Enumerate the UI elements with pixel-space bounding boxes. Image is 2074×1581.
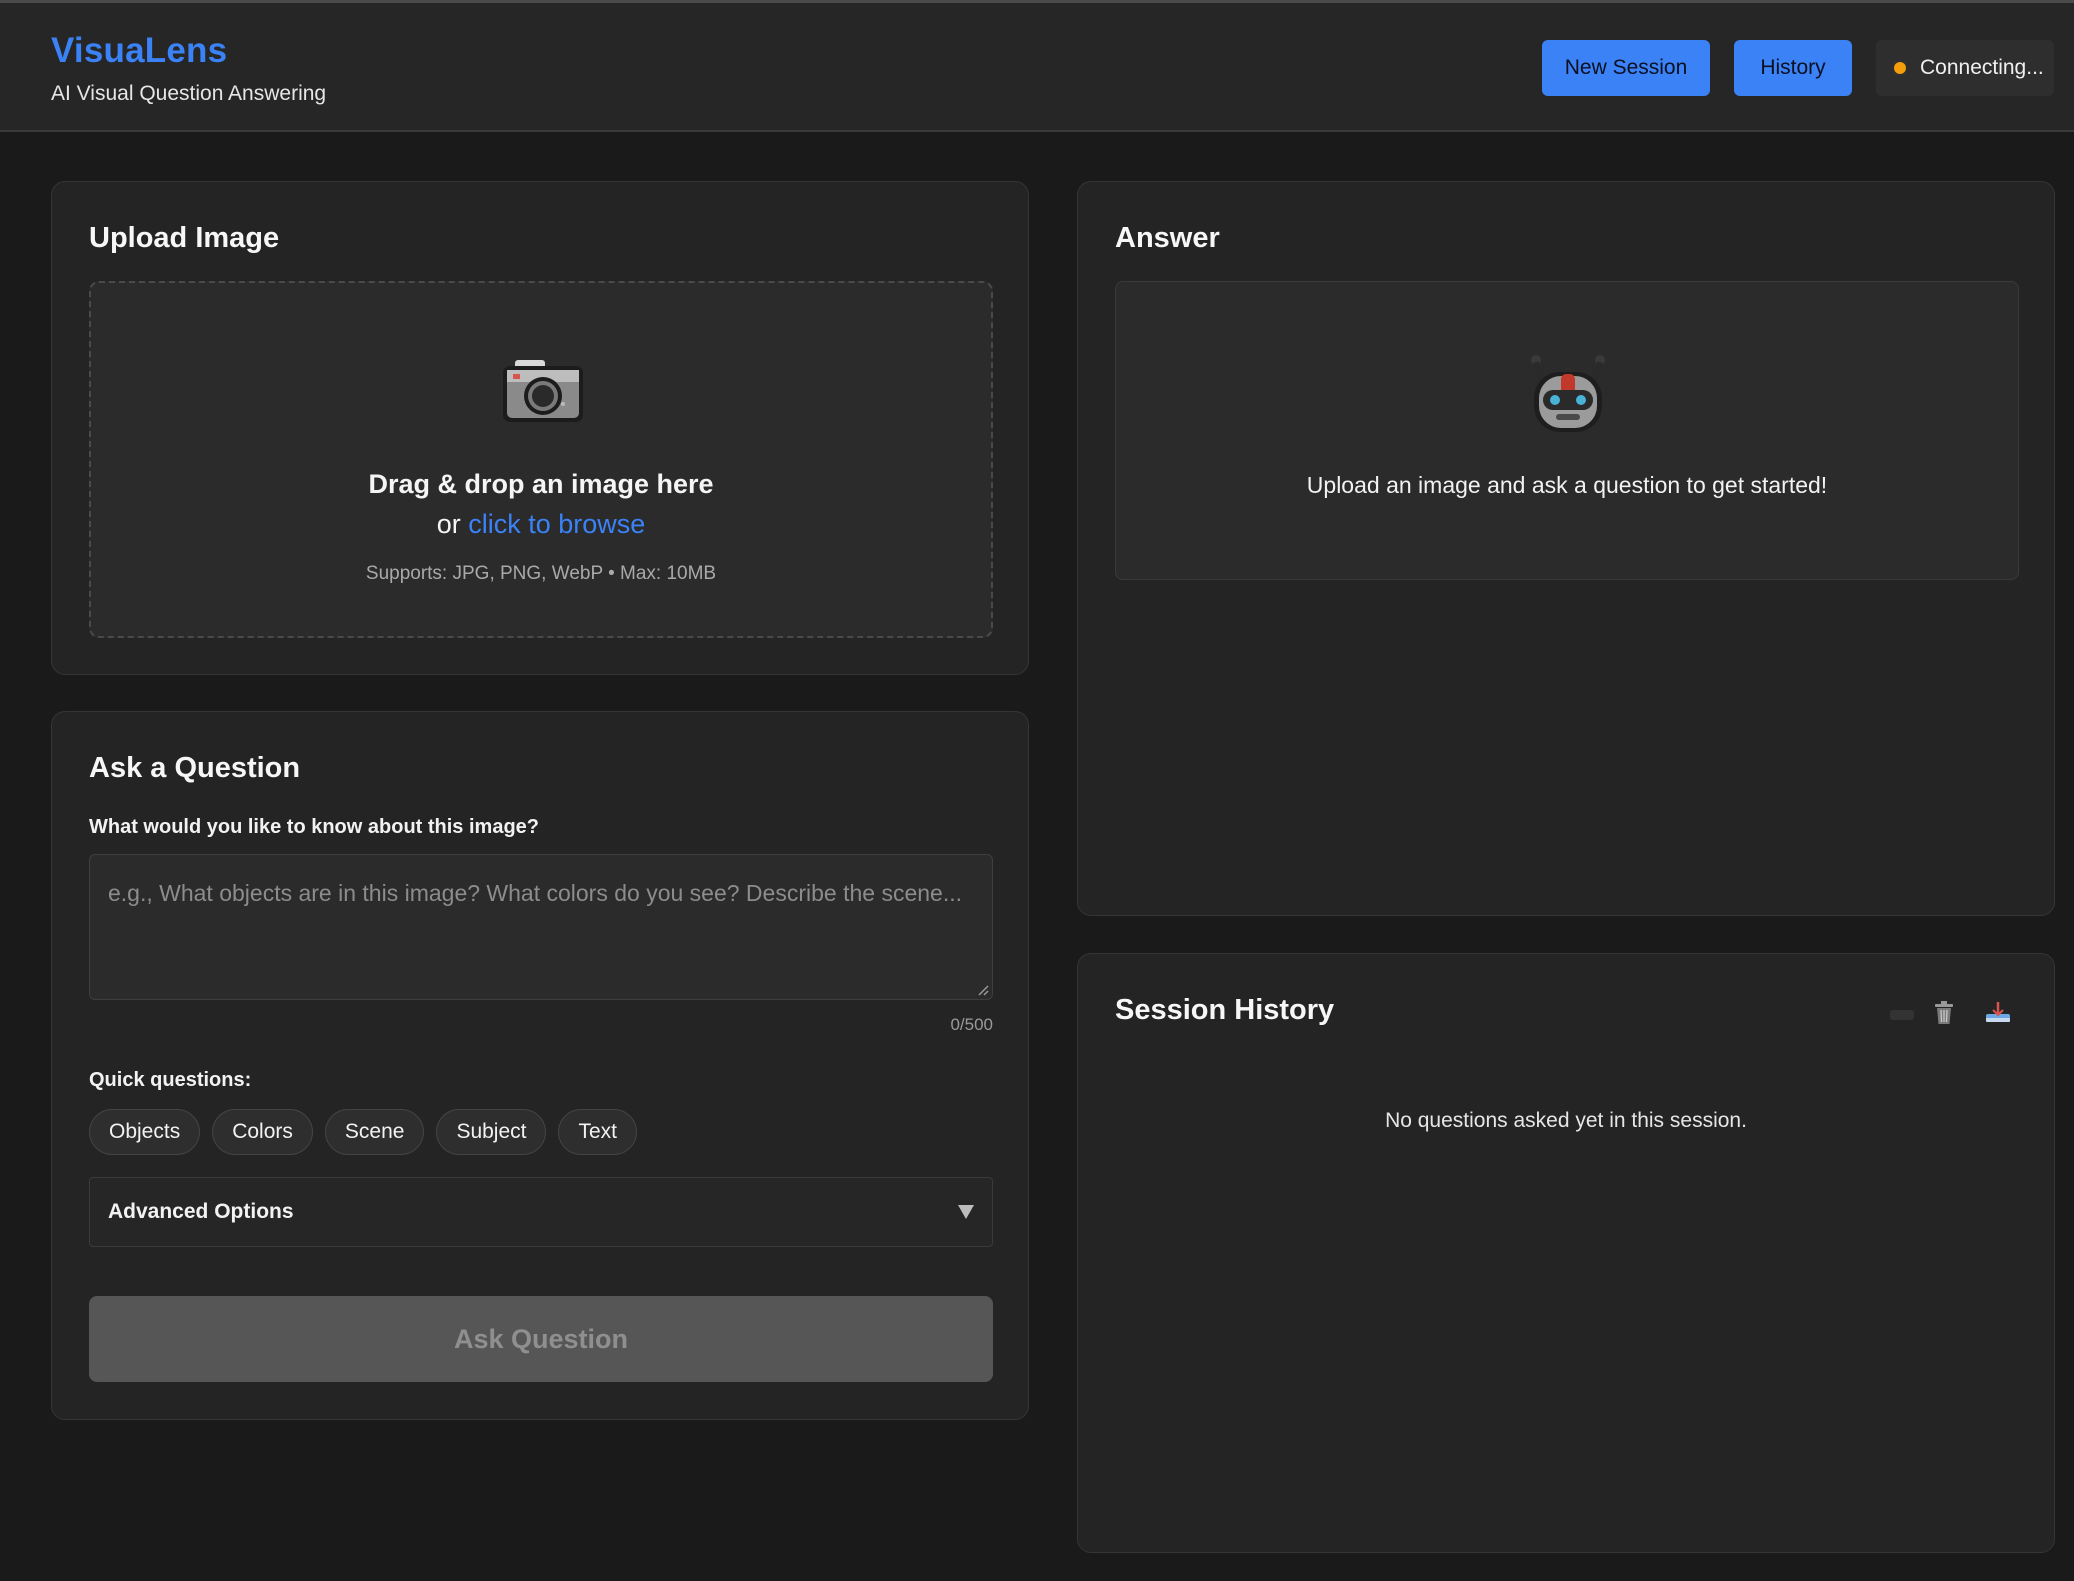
status-dot-icon	[1894, 62, 1906, 74]
new-session-button[interactable]: New Session	[1542, 40, 1710, 96]
quick-question-subject[interactable]: Subject	[436, 1109, 547, 1155]
app-title: VisuaLens	[51, 31, 228, 70]
connection-status: Connecting...	[1876, 40, 2054, 96]
app-subtitle: AI Visual Question Answering	[51, 82, 327, 105]
ask-card: Ask a Question What would you like to kn…	[51, 711, 1029, 1420]
status-text: Connecting...	[1920, 56, 2044, 79]
robot-icon	[1531, 355, 1605, 432]
session-history-card: Session History No questions asked yet i…	[1077, 953, 2055, 1553]
question-input[interactable]	[89, 854, 993, 1000]
quick-questions-label: Quick questions:	[89, 1069, 252, 1091]
app-header: VisuaLens AI Visual Question Answering N…	[0, 3, 2074, 132]
answer-title: Answer	[1115, 222, 1220, 254]
session-history-title: Session History	[1115, 994, 1335, 1026]
chevron-down-icon	[958, 1205, 974, 1219]
export-icon[interactable]	[1985, 1000, 2011, 1024]
question-label: What would you like to know about this i…	[89, 816, 540, 838]
or-text: or	[436, 509, 461, 539]
quick-question-scene[interactable]: Scene	[324, 1109, 425, 1155]
answer-placeholder: Upload an image and ask a question to ge…	[1306, 472, 1828, 498]
advanced-options-label: Advanced Options	[108, 1200, 294, 1223]
char-counter: 0/500	[950, 1015, 993, 1034]
resize-handle-icon[interactable]	[977, 984, 989, 996]
quick-question-colors[interactable]: Colors	[212, 1109, 313, 1155]
ask-question-button[interactable]: Ask Question	[89, 1296, 993, 1382]
supported-formats: Supports: JPG, PNG, WebP • Max: 10MB	[365, 563, 717, 584]
trash-icon[interactable]	[1933, 1000, 1955, 1026]
quick-question-objects[interactable]: Objects	[89, 1109, 201, 1155]
collapse-icon[interactable]	[1890, 1010, 1914, 1020]
quick-question-text[interactable]: Text	[558, 1109, 637, 1155]
upload-title: Upload Image	[89, 222, 280, 254]
upload-card: Upload Image Drag & drop an image here o…	[51, 181, 1029, 675]
advanced-options-toggle[interactable]: Advanced Options	[89, 1177, 993, 1247]
ask-title: Ask a Question	[89, 752, 301, 784]
browse-line: or click to browse	[91, 509, 991, 540]
history-button[interactable]: History	[1734, 40, 1852, 96]
answer-panel: Upload an image and ask a question to ge…	[1115, 281, 2019, 580]
answer-card: Answer Upload an image and ask a questio…	[1077, 181, 2055, 916]
image-dropzone[interactable]: Drag & drop an image here or click to br…	[89, 281, 993, 638]
history-empty-message: No questions asked yet in this session.	[1385, 1109, 1747, 1132]
browse-link[interactable]: click to browse	[468, 509, 645, 539]
drop-instruction: Drag & drop an image here	[368, 469, 714, 499]
camera-icon	[503, 360, 583, 422]
quick-questions: Objects Colors Scene Subject Text	[89, 1109, 637, 1155]
